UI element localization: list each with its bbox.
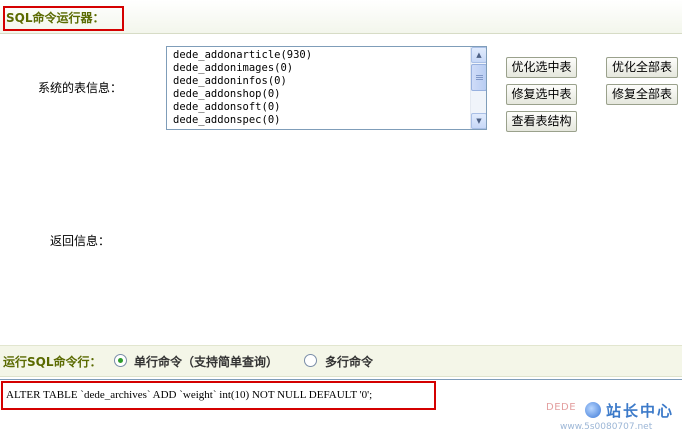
sql-highlight-box — [1, 381, 436, 410]
title-highlight-box — [3, 6, 124, 31]
chevron-down-icon: ▼ — [476, 117, 482, 125]
thumb-grip — [476, 77, 483, 78]
command-mode-bar: 运行SQL命令行： 单行命令（支持简单查询） 多行命令 — [0, 345, 682, 377]
tables-list: dede_addonarticle(930) dede_addonimages(… — [167, 47, 469, 129]
watermark-url: www.5s0080707.net — [560, 422, 653, 432]
repair-all-button[interactable]: 修复全部表 — [606, 84, 678, 105]
view-structure-button[interactable]: 查看表结构 — [506, 111, 577, 132]
watermark-logo-text: DEDE — [546, 402, 577, 413]
list-item[interactable]: dede_addoninfos(0) — [173, 75, 469, 88]
repair-selected-button[interactable]: 修复选中表 — [506, 84, 577, 105]
tables-listbox[interactable]: dede_addonarticle(930) dede_addonimages(… — [166, 46, 487, 130]
thumb-grip — [476, 75, 483, 76]
watermark-brand: 站长中心 — [606, 402, 675, 420]
globe-icon — [585, 402, 601, 418]
thumb-grip — [476, 79, 483, 80]
list-item[interactable]: dede_addonshop(0) — [173, 88, 469, 101]
single-line-label[interactable]: 单行命令（支持简单查询） — [134, 355, 278, 369]
chevron-up-icon: ▲ — [476, 51, 482, 59]
optimize-selected-button[interactable]: 优化选中表 — [506, 57, 577, 78]
list-item[interactable]: dede_addonsoft(0) — [173, 101, 469, 114]
list-item[interactable]: dede_addonarticle(930) — [173, 49, 469, 62]
multi-line-radio[interactable] — [304, 354, 317, 367]
scroll-up-button[interactable]: ▲ — [471, 47, 486, 63]
return-info-label: 返回信息： — [50, 234, 111, 248]
tables-label: 系统的表信息： — [38, 81, 123, 95]
multi-line-label[interactable]: 多行命令 — [325, 355, 373, 369]
list-item[interactable]: dede_addonimages(0) — [173, 62, 469, 75]
listbox-scrollbar[interactable]: ▲ ▼ — [470, 47, 486, 129]
optimize-all-button[interactable]: 优化全部表 — [606, 57, 678, 78]
site-watermark: DEDE 站长中心 www.5s0080707.net — [540, 398, 680, 438]
scroll-thumb[interactable] — [471, 64, 486, 91]
command-label: 运行SQL命令行： — [3, 355, 102, 369]
scroll-down-button[interactable]: ▼ — [471, 113, 486, 129]
single-line-radio[interactable] — [114, 354, 127, 367]
list-item[interactable]: dede_addonspec(0) — [173, 114, 469, 127]
